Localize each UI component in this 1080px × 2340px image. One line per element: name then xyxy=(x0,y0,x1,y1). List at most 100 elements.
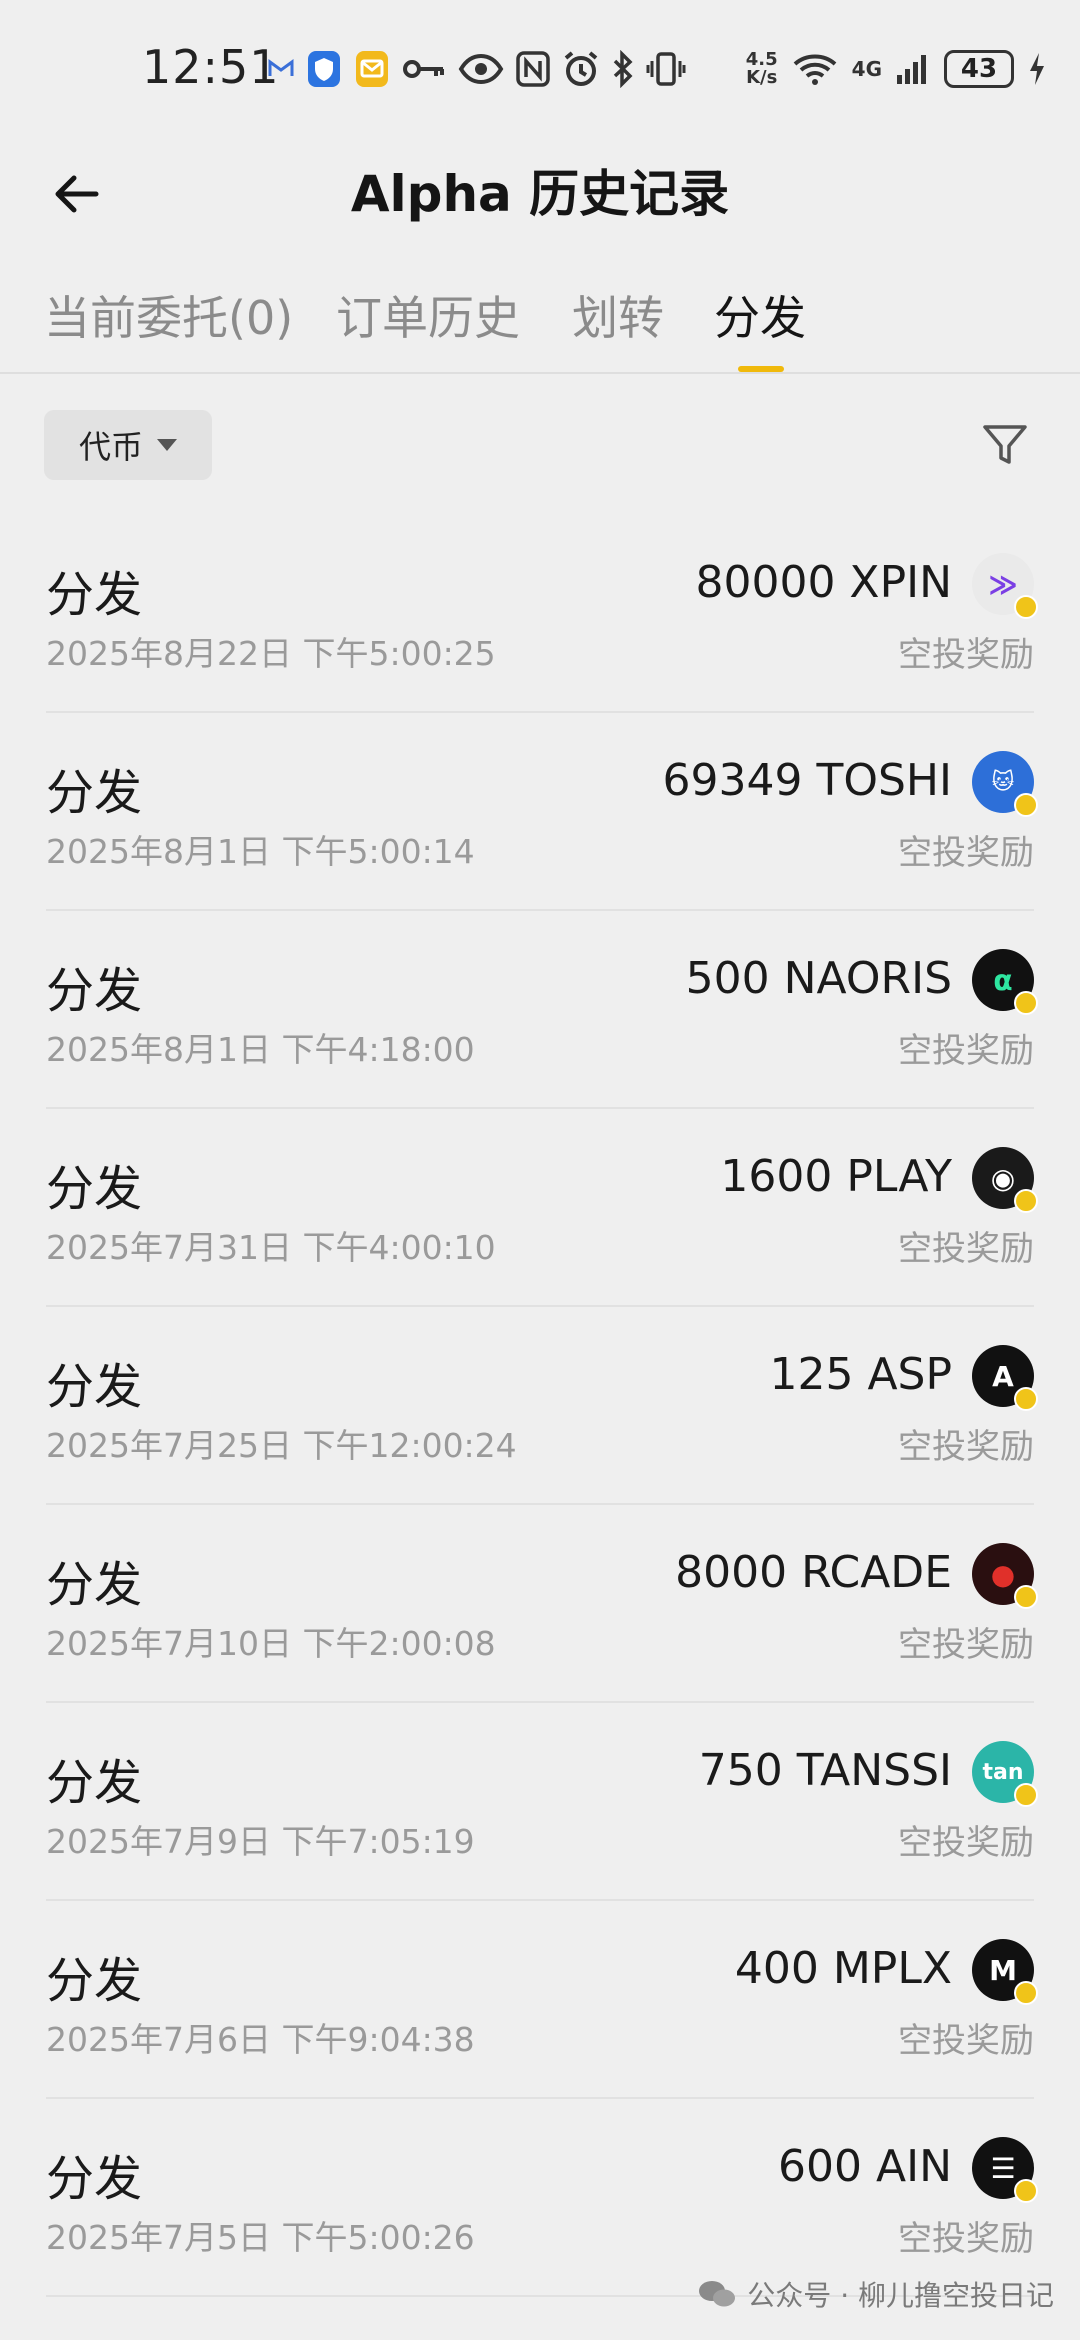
token-logo-glyph: tan xyxy=(982,1759,1024,1785)
chain-badge-icon xyxy=(1014,1189,1038,1213)
token-logo-glyph: M xyxy=(989,1953,1017,1987)
token-logo-icon: ● xyxy=(972,1543,1038,1609)
token-logo-icon: 🐱 xyxy=(972,751,1038,817)
token-logo-glyph: 🐱 xyxy=(991,769,1015,795)
record-label: 分发 xyxy=(46,1359,143,1415)
record-amount: 8000 RCADE xyxy=(675,1547,952,1598)
watermark: 公众号 · 柳儿撸空投日记 xyxy=(697,2274,1054,2314)
record-label: 分发 xyxy=(46,1755,143,1811)
funnel-icon xyxy=(983,425,1027,464)
key-icon xyxy=(402,47,446,91)
distribution-row[interactable]: 分发 2025年8月22日 下午5:00:25 80000 XPIN 空投奖励 ≫ xyxy=(0,515,1080,713)
token-logo-glyph: α xyxy=(993,963,1013,997)
distribution-row[interactable]: 分发 2025年7月6日 下午9:04:38 400 MPLX 空投奖励 M xyxy=(0,1901,1080,2099)
record-type: 空投奖励 xyxy=(898,833,1034,873)
token-logo-glyph: ◉ xyxy=(990,1161,1016,1195)
record-label: 分发 xyxy=(46,567,143,623)
token-filter-label: 代币 xyxy=(78,428,143,466)
token-logo-icon: α xyxy=(972,949,1038,1015)
tab-distribution[interactable]: 分发 xyxy=(714,282,806,348)
chain-badge-icon xyxy=(1014,2179,1038,2203)
record-type: 空投奖励 xyxy=(898,1427,1034,1467)
distribution-row[interactable]: 分发 2025年8月1日 下午5:00:14 69349 TOSHI 空投奖励 🐱 xyxy=(0,713,1080,911)
record-type: 空投奖励 xyxy=(898,1031,1034,1071)
record-amount: 125 ASP xyxy=(769,1349,952,1400)
status-bar: 12:51 4.5 K/s 4G 43 xyxy=(0,0,1080,130)
network-speed: 4.5 K/s xyxy=(746,51,778,87)
record-amount: 500 NAORIS xyxy=(685,953,952,1004)
chain-badge-icon xyxy=(1014,1783,1038,1807)
charging-icon xyxy=(1028,47,1046,91)
distribution-row[interactable]: 分发 2025年7月9日 下午7:05:19 750 TANSSI 空投奖励 tan xyxy=(0,1703,1080,1901)
vibrate-icon xyxy=(646,47,686,91)
tab-order-history[interactable]: 订单历史 xyxy=(336,282,520,348)
token-filter-dropdown[interactable]: 代币 xyxy=(44,410,212,480)
eye-icon xyxy=(458,47,504,91)
record-type: 空投奖励 xyxy=(898,2219,1034,2259)
record-date: 2025年7月9日 下午7:05:19 xyxy=(46,1822,475,1861)
mail-m-icon xyxy=(268,47,294,91)
record-amount: 600 AIN xyxy=(778,2141,952,2192)
record-type: 空投奖励 xyxy=(898,1625,1034,1665)
token-logo-glyph: ☰ xyxy=(990,2151,1016,2185)
tab-bar: 当前委托(0) 订单历史 划转 分发 xyxy=(0,268,1080,374)
status-time: 12:51 xyxy=(142,40,280,94)
record-date: 2025年7月10日 下午2:00:08 xyxy=(46,1624,496,1663)
token-logo-glyph: ● xyxy=(990,1557,1016,1591)
token-logo-icon: ☰ xyxy=(972,2137,1038,2203)
shield-icon xyxy=(306,47,342,91)
message-icon xyxy=(354,47,390,91)
token-logo-icon: M xyxy=(972,1939,1038,2005)
record-amount: 69349 TOSHI xyxy=(662,755,952,806)
token-logo-icon: tan xyxy=(972,1741,1038,1807)
record-amount: 750 TANSSI xyxy=(698,1745,952,1796)
record-label: 分发 xyxy=(46,2151,143,2207)
record-label: 分发 xyxy=(46,963,143,1019)
tab-transfer[interactable]: 划转 xyxy=(572,282,664,348)
chain-badge-icon xyxy=(1014,1387,1038,1411)
bluetooth-icon xyxy=(612,47,634,91)
filter-button[interactable] xyxy=(980,420,1030,470)
chain-badge-icon xyxy=(1014,1981,1038,2005)
token-logo-icon: A xyxy=(972,1345,1038,1411)
battery-indicator: 43 xyxy=(944,50,1014,88)
watermark-text: 公众号 · 柳儿撸空投日记 xyxy=(747,2279,1054,2312)
signal-icon xyxy=(896,47,930,91)
record-amount: 80000 XPIN xyxy=(695,557,952,608)
record-amount: 400 MPLX xyxy=(734,1943,952,1994)
distribution-row[interactable]: 分发 2025年7月10日 下午2:00:08 8000 RCADE 空投奖励 ● xyxy=(0,1505,1080,1703)
record-label: 分发 xyxy=(46,1953,143,2009)
record-type: 空投奖励 xyxy=(898,635,1034,675)
wechat-icon xyxy=(699,2281,736,2307)
chain-badge-icon xyxy=(1014,1585,1038,1609)
network-type: 4G xyxy=(851,57,882,81)
record-date: 2025年8月1日 下午4:18:00 xyxy=(46,1030,475,1069)
record-date: 2025年7月25日 下午12:00:24 xyxy=(46,1426,517,1465)
chain-badge-icon xyxy=(1014,991,1038,1015)
record-type: 空投奖励 xyxy=(898,1823,1034,1863)
token-logo-icon: ◉ xyxy=(972,1147,1038,1213)
wifi-icon xyxy=(792,47,838,91)
record-type: 空投奖励 xyxy=(898,2021,1034,2061)
alarm-icon xyxy=(562,47,600,91)
page-title: Alpha 历史记录 xyxy=(350,165,730,223)
distribution-row[interactable]: 分发 2025年7月5日 下午5:00:26 600 AIN 空投奖励 ☰ xyxy=(0,2099,1080,2297)
record-amount: 1600 PLAY xyxy=(720,1151,952,1202)
screen: 12:51 4.5 K/s 4G 43 Alpha 历史记录 当前委托(0) 订… xyxy=(0,0,1080,2340)
record-date: 2025年7月6日 下午9:04:38 xyxy=(46,2020,475,2059)
record-date: 2025年7月31日 下午4:00:10 xyxy=(46,1228,496,1267)
status-notification-icons xyxy=(268,44,686,94)
app-header: Alpha 历史记录 xyxy=(0,140,1080,250)
nfc-icon xyxy=(516,47,550,91)
distribution-row[interactable]: 分发 2025年7月31日 下午4:00:10 1600 PLAY 空投奖励 ◉ xyxy=(0,1109,1080,1307)
token-logo-glyph: ≫ xyxy=(988,567,1018,601)
record-date: 2025年8月22日 下午5:00:25 xyxy=(46,634,496,673)
record-date: 2025年7月5日 下午5:00:26 xyxy=(46,2218,475,2257)
tab-open-orders[interactable]: 当前委托(0) xyxy=(44,282,293,348)
token-logo-glyph: A xyxy=(992,1359,1014,1393)
distribution-row[interactable]: 分发 2025年8月1日 下午4:18:00 500 NAORIS 空投奖励 α xyxy=(0,911,1080,1109)
record-date: 2025年8月1日 下午5:00:14 xyxy=(46,832,475,871)
distribution-row[interactable]: 分发 2025年7月25日 下午12:00:24 125 ASP 空投奖励 A xyxy=(0,1307,1080,1505)
record-type: 空投奖励 xyxy=(898,1229,1034,1269)
record-label: 分发 xyxy=(46,765,143,821)
